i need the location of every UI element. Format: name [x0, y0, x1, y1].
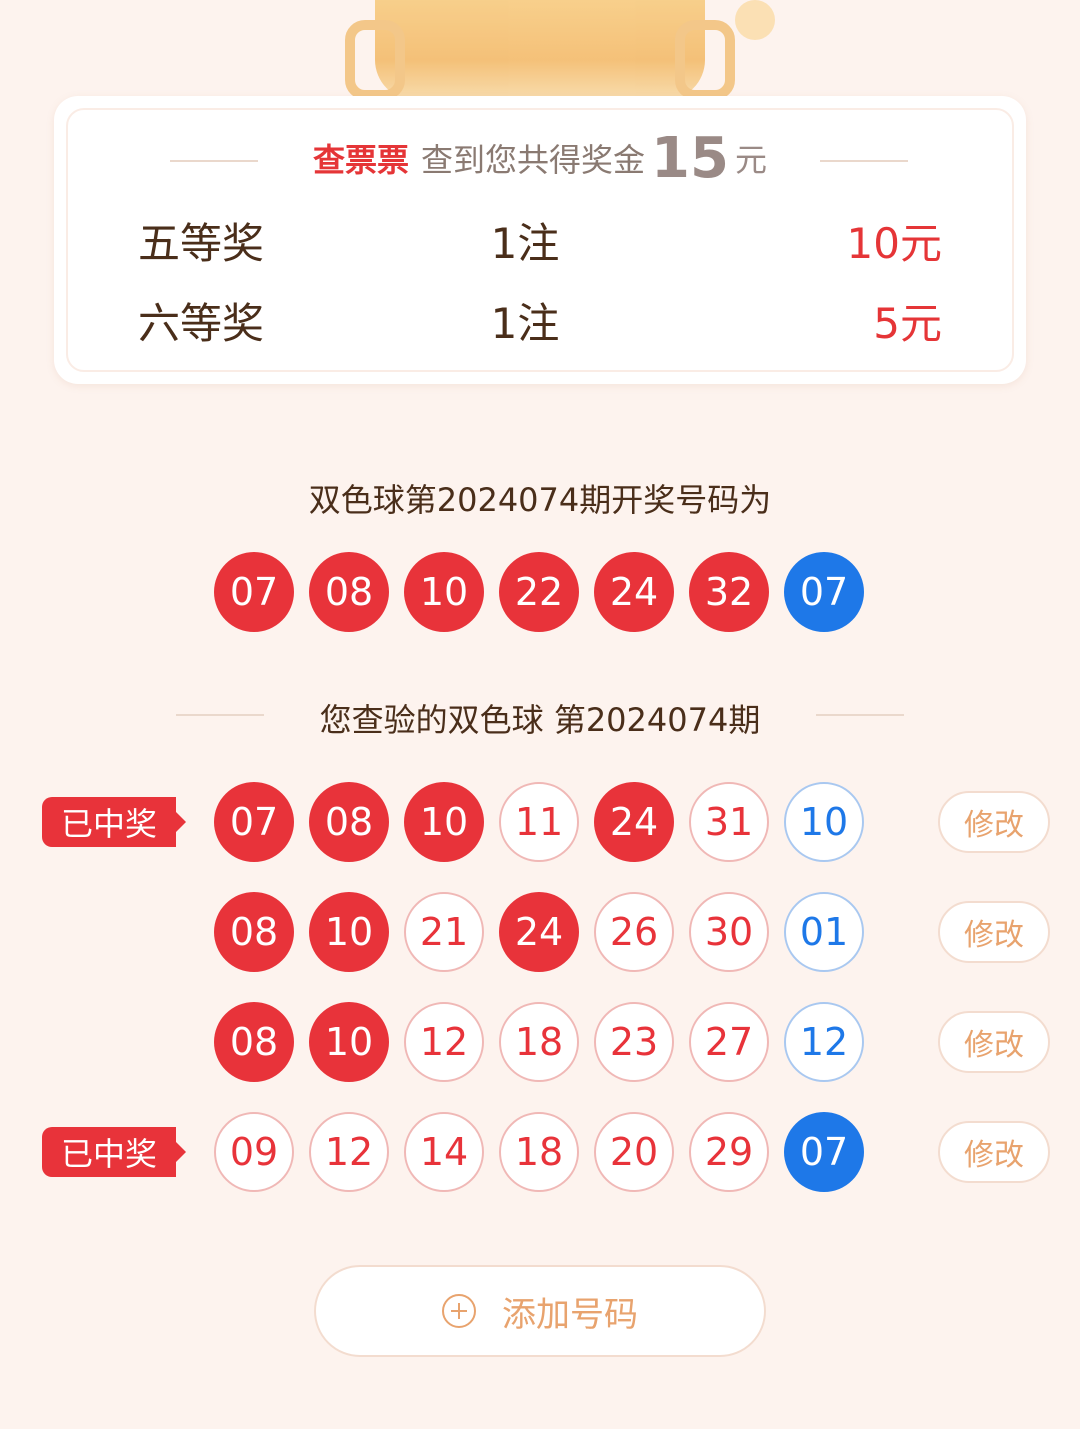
trophy-illustration	[345, 0, 735, 100]
edit-button[interactable]: 修改	[938, 1011, 1050, 1073]
red-ball: 20	[594, 1112, 674, 1192]
red-ball: 24	[594, 552, 674, 632]
red-ball: 24	[499, 892, 579, 972]
red-ball: 11	[499, 782, 579, 862]
red-ball: 32	[689, 552, 769, 632]
red-ball: 10	[309, 1002, 389, 1082]
summary-text: 查到您共得奖金	[421, 141, 646, 179]
coin-decoration	[735, 0, 775, 40]
blue-ball: 01	[784, 892, 864, 972]
red-ball: 22	[499, 552, 579, 632]
prize-amount: 5元	[873, 298, 942, 348]
brand-label: 查票票	[313, 141, 410, 179]
ticket-row: 07 08 10 11 24 31 10	[214, 782, 864, 862]
blue-ball: 07	[784, 1112, 864, 1192]
edit-button[interactable]: 修改	[938, 1121, 1050, 1183]
draw-title: 双色球第2024074期开奖号码为	[308, 481, 772, 519]
red-ball: 21	[404, 892, 484, 972]
prize-count: 1注	[490, 218, 560, 268]
red-ball: 26	[594, 892, 674, 972]
edit-button[interactable]: 修改	[938, 901, 1050, 963]
draw-numbers: 07 08 10 22 24 32 07	[214, 552, 864, 632]
blue-ball: 10	[784, 782, 864, 862]
red-ball: 27	[689, 1002, 769, 1082]
prize-amount: 10元	[846, 218, 942, 268]
prize-level: 六等奖	[138, 298, 265, 348]
amount-unit: 元	[734, 141, 767, 179]
red-ball: 23	[594, 1002, 674, 1082]
red-ball: 31	[689, 782, 769, 862]
red-ball: 10	[309, 892, 389, 972]
prize-count: 1注	[490, 298, 560, 348]
ticket-row: 09 12 14 18 20 29 07	[214, 1112, 864, 1192]
red-ball: 08	[309, 782, 389, 862]
summary-line: 查票票 查到您共得奖金 15 元	[0, 125, 1080, 191]
red-ball: 24	[594, 782, 674, 862]
plus-circle-icon	[442, 1294, 476, 1328]
add-number-label: 添加号码	[502, 1294, 638, 1335]
red-ball: 12	[404, 1002, 484, 1082]
red-ball: 07	[214, 782, 294, 862]
add-number-button[interactable]: 添加号码	[314, 1265, 766, 1357]
won-badge: 已中奖	[42, 797, 186, 847]
red-ball: 07	[214, 552, 294, 632]
red-ball: 18	[499, 1002, 579, 1082]
red-ball: 10	[404, 552, 484, 632]
prize-level: 五等奖	[138, 218, 265, 268]
ticket-row: 08 10 21 24 26 30 01	[214, 892, 864, 972]
blue-ball: 07	[784, 552, 864, 632]
blue-ball: 12	[784, 1002, 864, 1082]
won-badge: 已中奖	[42, 1127, 186, 1177]
red-ball: 14	[404, 1112, 484, 1192]
red-ball: 12	[309, 1112, 389, 1192]
edit-button[interactable]: 修改	[938, 791, 1050, 853]
prize-row: 五等奖 1注 10元	[138, 210, 942, 270]
red-ball: 18	[499, 1112, 579, 1192]
prize-row: 六等奖 1注 5元	[138, 290, 942, 350]
red-ball: 29	[689, 1112, 769, 1192]
red-ball: 08	[214, 1002, 294, 1082]
total-amount: 15	[651, 125, 729, 191]
red-ball: 09	[214, 1112, 294, 1192]
red-ball: 10	[404, 782, 484, 862]
red-ball: 08	[214, 892, 294, 972]
red-ball: 30	[689, 892, 769, 972]
red-ball: 08	[309, 552, 389, 632]
check-title: 您查验的双色球 第2024074期	[319, 701, 761, 739]
ticket-row: 08 10 12 18 23 27 12	[214, 1002, 864, 1082]
